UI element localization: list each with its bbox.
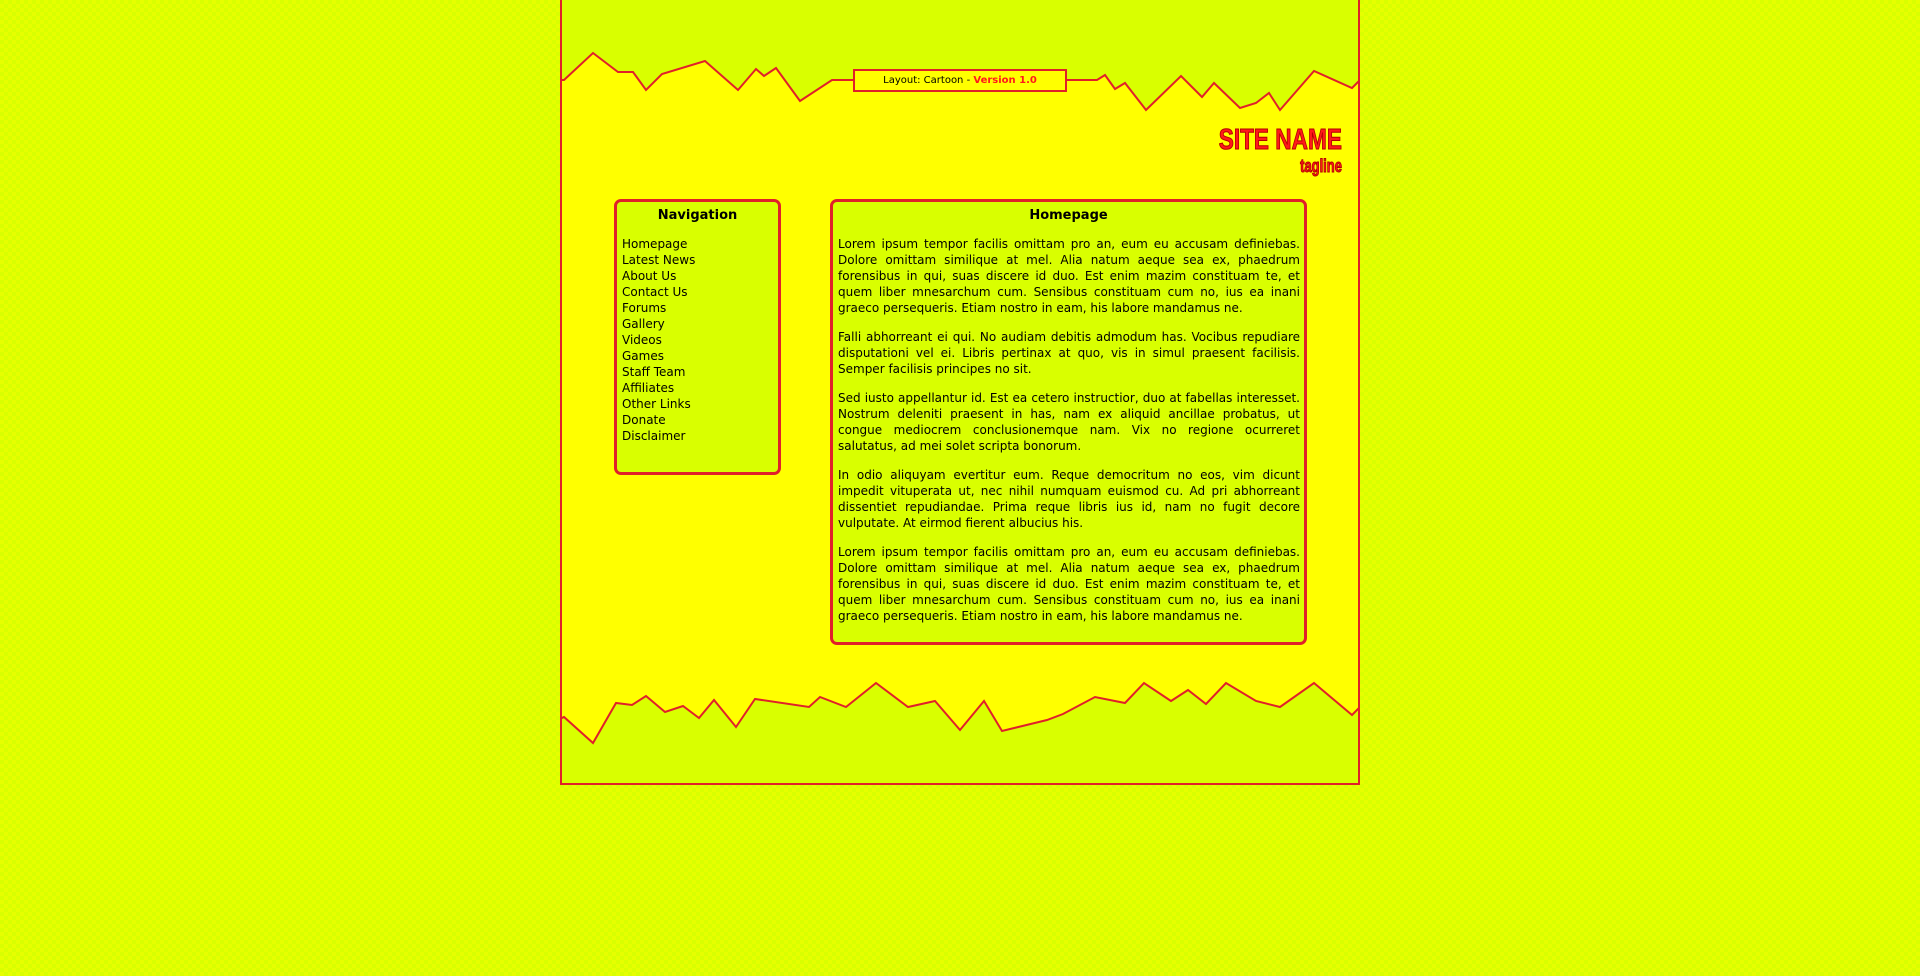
content-paragraph: Lorem ipsum tempor facilis omittam pro a…	[838, 545, 1300, 623]
layout-version-label: Layout: Cartoon - Version 1.0	[854, 70, 1066, 91]
nav-item-disclaimer[interactable]: Disclaimer	[622, 428, 778, 444]
content-paragraph: Sed iusto appellantur id. Est ea cetero …	[838, 391, 1300, 453]
nav-item-donate[interactable]: Donate	[622, 412, 778, 428]
navigation-title: Navigation	[657, 208, 738, 223]
nav-item-homepage[interactable]: Homepage	[622, 236, 778, 252]
layout-label: Layout: Cartoon -	[883, 75, 974, 86]
site-logo[interactable]: SITE NAME tagline	[1184, 124, 1342, 177]
navigation-panel: Navigation Homepage Latest News About Us…	[614, 199, 781, 475]
site-tagline: tagline	[1300, 156, 1342, 177]
content-body: Lorem ipsum tempor facilis omittam pro a…	[833, 236, 1304, 624]
nav-item-other-links[interactable]: Other Links	[622, 396, 778, 412]
nav-item-games[interactable]: Games	[622, 348, 778, 364]
nav-item-staff-team[interactable]: Staff Team	[622, 364, 778, 380]
content-paragraph: Falli abhorreant ei qui. No audiam debit…	[838, 330, 1300, 376]
content-paragraph: Lorem ipsum tempor facilis omittam pro a…	[838, 237, 1300, 315]
version-label: Version 1.0	[973, 75, 1037, 86]
navigation-list: Homepage Latest News About Us Contact Us…	[617, 236, 778, 444]
nav-item-contact-us[interactable]: Contact Us	[622, 284, 778, 300]
site-name: SITE NAME	[1218, 124, 1342, 157]
nav-item-about-us[interactable]: About Us	[622, 268, 778, 284]
nav-item-latest-news[interactable]: Latest News	[622, 252, 778, 268]
content-paragraph: In odio aliquyam evertitur eum. Reque de…	[838, 468, 1300, 530]
nav-item-gallery[interactable]: Gallery	[622, 316, 778, 332]
page-layout: Layout: Cartoon - Version 1.0 SITE NAME …	[560, 0, 1360, 785]
content-panel: Homepage Lorem ipsum tempor facilis omit…	[830, 199, 1307, 645]
nav-item-forums[interactable]: Forums	[622, 300, 778, 316]
nav-item-videos[interactable]: Videos	[622, 332, 778, 348]
content-title: Homepage	[1029, 208, 1108, 223]
nav-item-affiliates[interactable]: Affiliates	[622, 380, 778, 396]
